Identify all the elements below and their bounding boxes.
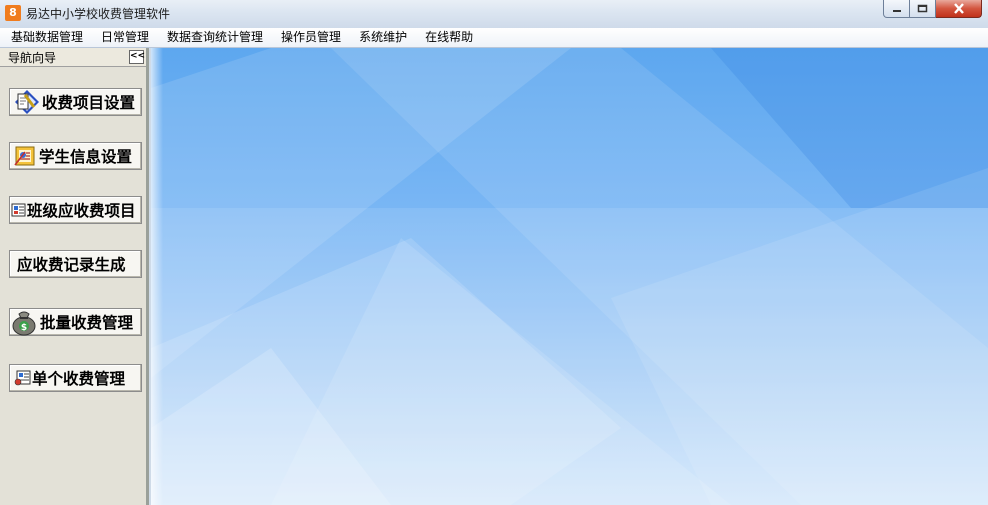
single-fee-button[interactable]: 单个收费管理 (9, 364, 142, 392)
student-info-icon (14, 146, 35, 166)
svg-text:$: $ (21, 323, 27, 333)
student-info-button[interactable]: 学生信息设置 (9, 142, 142, 170)
single-fee-icon (14, 370, 31, 386)
fee-item-settings-button[interactable]: 收费项目设置 (9, 88, 142, 116)
nav-title: 导航向导 (8, 51, 57, 65)
maximize-button[interactable] (910, 0, 936, 18)
class-fee-items-label: 班级应收费项目 (27, 201, 136, 220)
batch-fee-label: 批量收费管理 (40, 313, 134, 332)
menu-bar: 基础数据管理 日常管理 数据查询统计管理 操作员管理 系统维护 在线帮助 (0, 28, 988, 48)
main-content-area (151, 48, 988, 505)
nav-header: 导航向导 << (0, 48, 146, 67)
window-controls (883, 0, 982, 19)
menu-query-stats[interactable]: 数据查询统计管理 (156, 28, 270, 47)
collapse-nav-button[interactable]: << (129, 50, 145, 64)
close-icon (953, 3, 964, 14)
maximize-icon (917, 4, 928, 13)
class-fee-items-icon (11, 203, 26, 217)
menu-help[interactable]: 在线帮助 (414, 28, 480, 47)
class-fee-items-button[interactable]: 班级应收费项目 (9, 196, 142, 224)
single-fee-label: 单个收费管理 (32, 369, 126, 388)
student-info-label: 学生信息设置 (39, 147, 133, 166)
receivable-records-button[interactable]: 应收费记录生成 (9, 250, 142, 278)
money-bag-icon: $ (12, 311, 36, 336)
background-art (151, 48, 988, 505)
fee-item-settings-label: 收费项目设置 (42, 93, 136, 112)
window-title: 易达中小学校收费管理软件 (26, 7, 171, 21)
minimize-icon (892, 9, 901, 12)
menu-system[interactable]: 系统维护 (348, 28, 414, 47)
minimize-button[interactable] (883, 0, 910, 18)
app-icon: 8 (5, 5, 21, 21)
close-button[interactable] (936, 0, 982, 18)
title-bar: 8 易达中小学校收费管理软件 (0, 0, 988, 28)
fee-item-settings-icon (15, 90, 39, 114)
batch-fee-button[interactable]: $ 批量收费管理 (9, 308, 142, 336)
receivable-records-label: 应收费记录生成 (17, 255, 126, 274)
menu-basic-data[interactable]: 基础数据管理 (0, 28, 90, 47)
menu-operators[interactable]: 操作员管理 (270, 28, 348, 47)
menu-daily[interactable]: 日常管理 (90, 28, 156, 47)
navigation-panel: 导航向导 << 收费项目设置 学生信息设置 班级应收费项目 应收费记录生成 $ … (0, 48, 149, 505)
